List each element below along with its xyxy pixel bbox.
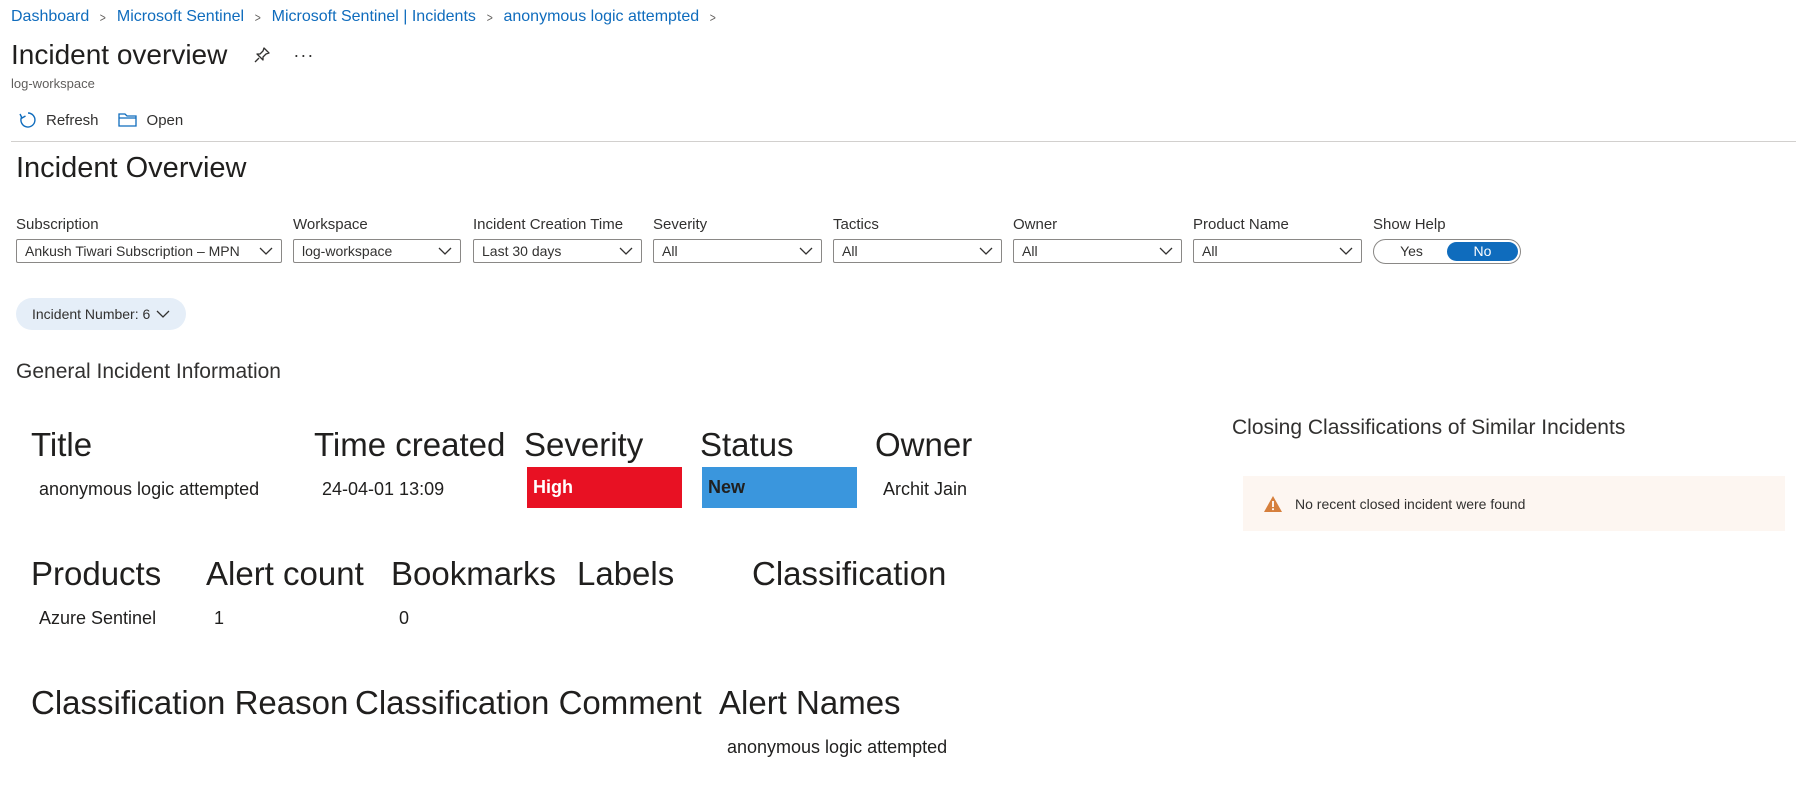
chevron-down-icon — [1159, 247, 1173, 255]
refresh-button[interactable]: Refresh — [18, 110, 99, 130]
chevron-right-icon: > — [254, 9, 261, 25]
breadcrumb-microsoft-sentinel[interactable]: Microsoft Sentinel — [117, 8, 244, 26]
no-results-warning: No recent closed incident were found — [1243, 476, 1785, 531]
breadcrumb-dashboard[interactable]: Dashboard — [11, 8, 89, 26]
open-label: Open — [146, 111, 184, 129]
owner-value: Archit Jain — [883, 479, 968, 499]
chevron-right-icon: > — [100, 9, 107, 25]
param-label: Show Help — [1373, 216, 1446, 233]
param-owner: Owner All — [1013, 216, 1182, 263]
warning-message: No recent closed incident were found — [1295, 495, 1526, 512]
open-button[interactable]: Open — [117, 111, 184, 129]
severity-dropdown[interactable]: All — [653, 239, 822, 263]
labels-header: Labels — [577, 555, 675, 592]
param-label: Incident Creation Time — [473, 216, 624, 233]
classification-comment-header: Classification Comment — [355, 684, 702, 721]
pin-icon[interactable] — [253, 46, 271, 64]
incident-number-label: Incident Number: 6 — [32, 306, 151, 322]
chevron-right-icon: > — [709, 9, 716, 25]
param-severity: Severity All — [653, 216, 822, 263]
breadcrumb-incidents[interactable]: Microsoft Sentinel | Incidents — [272, 8, 476, 26]
page-subtitle: log-workspace — [11, 76, 95, 91]
chevron-right-icon: > — [486, 9, 493, 25]
divider — [11, 141, 1796, 142]
closing-classifications-heading: Closing Classifications of Similar Incid… — [1232, 416, 1626, 439]
warning-icon — [1264, 495, 1282, 512]
param-label: Owner — [1013, 216, 1058, 233]
param-label: Subscription — [16, 216, 99, 233]
chevron-down-icon — [156, 310, 170, 318]
workbook-title: Incident Overview — [16, 152, 247, 184]
status-badge: New — [702, 467, 857, 508]
breadcrumb: Dashboard > Microsoft Sentinel > Microso… — [11, 8, 727, 26]
chevron-down-icon — [259, 247, 273, 255]
param-label: Workspace — [293, 216, 368, 233]
show-help-yes[interactable]: Yes — [1376, 242, 1447, 261]
param-creation-time: Incident Creation Time Last 30 days — [473, 216, 642, 263]
tactics-dropdown[interactable]: All — [833, 239, 1002, 263]
severity-header: Severity — [524, 426, 644, 463]
alert-count-value: 1 — [214, 608, 225, 628]
dropdown-value: All — [1202, 243, 1218, 259]
products-value: Azure Sentinel — [39, 608, 157, 628]
chevron-down-icon — [619, 247, 633, 255]
more-options-icon[interactable]: ··· — [293, 45, 314, 66]
chevron-down-icon — [438, 247, 452, 255]
page-title: Incident overview — [11, 39, 228, 70]
param-label: Product Name — [1193, 216, 1289, 233]
time-created-header: Time created — [314, 426, 506, 463]
product-name-dropdown[interactable]: All — [1193, 239, 1362, 263]
param-label: Tactics — [833, 216, 879, 233]
toolbar: Refresh Open — [18, 110, 201, 130]
dropdown-value: log-workspace — [302, 243, 393, 259]
alert-names-header: Alert Names — [719, 684, 901, 721]
workspace-dropdown[interactable]: log-workspace — [293, 239, 461, 263]
param-workspace: Workspace log-workspace — [293, 216, 461, 263]
breadcrumb-incident[interactable]: anonymous logic attempted — [503, 8, 699, 26]
refresh-icon — [19, 112, 36, 128]
general-info-heading: General Incident Information — [16, 360, 281, 383]
param-product-name: Product Name All — [1193, 216, 1362, 263]
show-help-toggle[interactable]: Yes No — [1373, 239, 1521, 264]
title-header: Title — [31, 426, 93, 463]
dropdown-value: Ankush Tiwari Subscription – MPN — [25, 243, 240, 259]
page-header: Incident overview ··· — [11, 39, 314, 71]
dropdown-value: Last 30 days — [482, 243, 562, 259]
time-created-value: 24-04-01 13:09 — [322, 479, 445, 499]
incident-number-pill[interactable]: Incident Number: 6 — [16, 298, 187, 330]
param-label: Severity — [653, 216, 708, 233]
bookmarks-value: 0 — [399, 608, 410, 628]
chevron-down-icon — [1339, 247, 1353, 255]
refresh-label: Refresh — [46, 111, 99, 129]
status-header: Status — [700, 426, 794, 463]
param-tactics: Tactics All — [833, 216, 1002, 263]
alert-names-value: anonymous logic attempted — [727, 737, 948, 757]
products-header: Products — [31, 555, 162, 592]
title-value: anonymous logic attempted — [39, 479, 260, 499]
dropdown-value: All — [1022, 243, 1038, 259]
bookmarks-header: Bookmarks — [391, 555, 557, 592]
param-subscription: Subscription Ankush Tiwari Subscription … — [16, 216, 282, 263]
owner-header: Owner — [875, 426, 973, 463]
chevron-down-icon — [979, 247, 993, 255]
creation-time-dropdown[interactable]: Last 30 days — [473, 239, 642, 263]
param-show-help: Show Help Yes No — [1373, 216, 1521, 264]
dropdown-value: All — [662, 243, 678, 259]
classification-reason-header: Classification Reason — [31, 684, 349, 721]
show-help-no[interactable]: No — [1447, 242, 1518, 261]
alert-count-header: Alert count — [206, 555, 364, 592]
subscription-dropdown[interactable]: Ankush Tiwari Subscription – MPN — [16, 239, 282, 263]
chevron-down-icon — [799, 247, 813, 255]
severity-badge: High — [527, 467, 682, 508]
folder-open-icon — [117, 113, 137, 127]
dropdown-value: All — [842, 243, 858, 259]
owner-dropdown[interactable]: All — [1013, 239, 1182, 263]
classification-header: Classification — [752, 555, 947, 592]
